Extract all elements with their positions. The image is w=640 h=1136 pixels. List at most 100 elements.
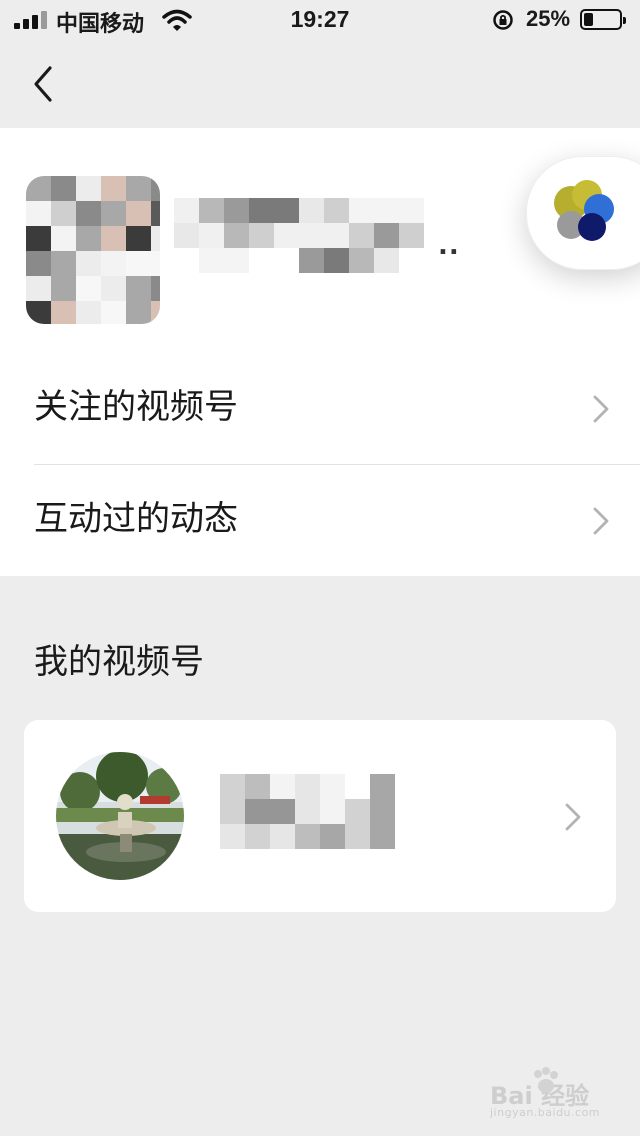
mosaic-block: [76, 276, 101, 301]
mosaic-block: [101, 226, 126, 251]
channel-avatar[interactable]: [56, 752, 184, 880]
mosaic-block: [295, 774, 320, 799]
mosaic-block: [324, 223, 349, 248]
mosaic-block: [324, 248, 349, 273]
battery-percentage: 25%: [526, 6, 571, 31]
rotation-lock-icon: [493, 10, 513, 30]
status-bar: 中国移动 19:27 25%: [0, 0, 640, 40]
chevron-right-icon: [593, 507, 609, 535]
mosaic-block: [245, 824, 270, 849]
channel-name-pixelated: [220, 774, 400, 854]
mosaic-block: [370, 799, 395, 824]
mosaic-block: [399, 223, 424, 248]
menu-interacted-posts-label: 互动过的动态: [34, 499, 238, 539]
mosaic-block: [126, 201, 151, 226]
mosaic-block: [295, 799, 320, 824]
mosaic-block: [126, 301, 151, 324]
battery-icon: [580, 9, 626, 30]
mosaic-block: [51, 201, 76, 226]
mosaic-block: [349, 223, 374, 248]
watermark-url: jingyan.baidu.com: [490, 1106, 601, 1119]
mosaic-block: [151, 176, 160, 201]
mosaic-block: [76, 201, 101, 226]
mosaic-block: [51, 301, 76, 324]
mosaic-block: [249, 223, 274, 248]
mosaic-block: [320, 774, 345, 799]
mosaic-block: [151, 201, 160, 226]
profile-name-ellipsis: ..: [438, 231, 460, 261]
mosaic-block: [349, 248, 374, 273]
mosaic-block: [245, 799, 270, 824]
channels-entry-button[interactable]: [526, 156, 640, 270]
mosaic-block: [101, 276, 126, 301]
my-channel-section-title: 我的视频号: [34, 642, 204, 682]
mosaic-block: [224, 248, 249, 273]
mosaic-block: [26, 201, 51, 226]
mosaic-block: [249, 198, 274, 223]
mosaic-block: [345, 774, 370, 799]
profile-panel: .. 关注的视频号 互动过的动态: [0, 128, 640, 576]
baidu-jingyan-watermark: Bai 经验 jingyan.baidu.com: [490, 1066, 620, 1124]
mosaic-block: [101, 251, 126, 276]
mosaic-block: [220, 799, 245, 824]
mosaic-block: [370, 774, 395, 799]
mosaic-block: [324, 198, 349, 223]
profile-name-pixelated: [174, 198, 428, 276]
mosaic-block: [224, 223, 249, 248]
mosaic-block: [270, 774, 295, 799]
mosaic-block: [295, 824, 320, 849]
mosaic-block: [76, 251, 101, 276]
menu-interacted-posts[interactable]: 互动过的动态: [0, 464, 640, 576]
chevron-right-icon: [565, 803, 581, 831]
mosaic-block: [224, 198, 249, 223]
mosaic-block: [220, 774, 245, 799]
mosaic-block: [320, 799, 345, 824]
mosaic-block: [51, 176, 76, 201]
mosaic-block: [126, 251, 151, 276]
paw-icon: [534, 1067, 558, 1093]
mosaic-block: [51, 251, 76, 276]
mosaic-block: [174, 198, 199, 223]
mosaic-block: [199, 223, 224, 248]
mosaic-block: [270, 824, 295, 849]
mosaic-block: [399, 198, 424, 223]
menu-followed-channels[interactable]: 关注的视频号: [0, 352, 640, 464]
mosaic-block: [76, 176, 101, 201]
mosaic-block: [101, 301, 126, 324]
mosaic-block: [26, 226, 51, 251]
mosaic-block: [26, 276, 51, 301]
mosaic-block: [174, 223, 199, 248]
mosaic-block: [199, 198, 224, 223]
my-channel-card[interactable]: [24, 720, 616, 912]
mosaic-block: [274, 223, 299, 248]
mosaic-block: [345, 824, 370, 849]
mosaic-block: [26, 301, 51, 324]
mosaic-block: [349, 198, 374, 223]
mosaic-block: [101, 201, 126, 226]
mosaic-block: [126, 276, 151, 301]
mosaic-block: [51, 226, 76, 251]
avatar[interactable]: [26, 176, 160, 324]
mosaic-block: [151, 301, 160, 324]
mosaic-block: [299, 248, 324, 273]
mosaic-block: [270, 799, 295, 824]
channels-logo-icon: [554, 180, 614, 241]
mosaic-block: [26, 176, 51, 201]
mosaic-block: [126, 176, 151, 201]
mosaic-block: [370, 824, 395, 849]
mosaic-block: [274, 248, 299, 273]
mosaic-block: [101, 176, 126, 201]
mosaic-block: [374, 198, 399, 223]
mosaic-block: [374, 223, 399, 248]
mosaic-block: [76, 301, 101, 324]
chevron-left-icon: [34, 66, 52, 102]
back-button[interactable]: [24, 62, 64, 106]
mosaic-block: [399, 248, 424, 273]
mosaic-block: [299, 223, 324, 248]
mosaic-block: [76, 226, 101, 251]
mosaic-block: [51, 276, 76, 301]
mosaic-block: [151, 276, 160, 301]
mosaic-block: [220, 824, 245, 849]
mosaic-block: [199, 248, 224, 273]
mosaic-block: [126, 226, 151, 251]
